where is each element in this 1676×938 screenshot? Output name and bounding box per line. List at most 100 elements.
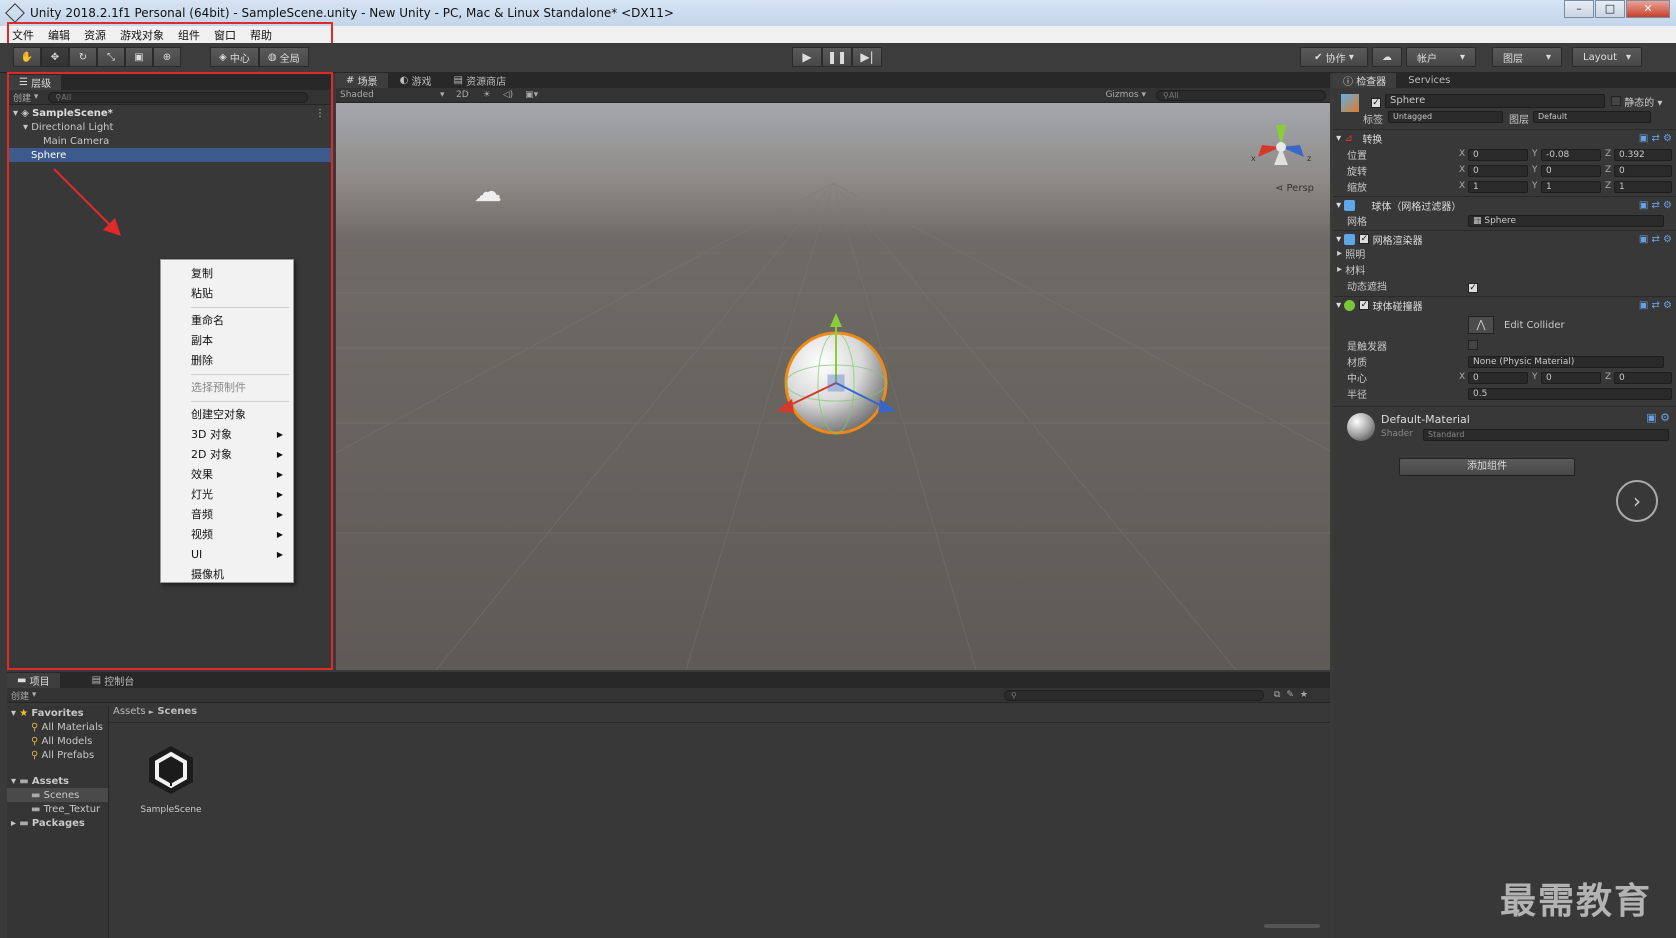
menu-item-audio[interactable]: 音频 ▶ xyxy=(161,505,293,525)
breadcrumb-assets[interactable]: Assets xyxy=(113,706,146,717)
menu-item-video[interactable]: 视频 ▶ xyxy=(161,525,293,545)
material-settings-icon[interactable]: ▣ ⚙ xyxy=(1646,411,1670,424)
persp-label[interactable]: ⋖ Persp xyxy=(1275,183,1314,194)
layers-dropdown[interactable]: 图层 ▾ xyxy=(1492,47,1562,67)
step-icon[interactable]: ▶| xyxy=(852,47,882,67)
maximize-button[interactable]: □ xyxy=(1595,0,1625,18)
scene-menu-icon[interactable]: ⋮ xyxy=(315,108,325,119)
tab-hierarchy[interactable]: ☰ 层级 xyxy=(9,75,62,90)
chevron-right-icon[interactable]: › xyxy=(1616,480,1658,522)
camera-gizmo-icon[interactable]: ☁ xyxy=(474,175,502,208)
menu-item-create-empty[interactable]: 创建空对象 xyxy=(161,405,293,425)
mesh-renderer-header[interactable]: ▾ ✓ 网格渲染器 ▣ ⇄ ⚙ xyxy=(1333,230,1676,247)
position-x-field[interactable]: 0 xyxy=(1468,149,1528,161)
rotation-x-field[interactable]: 0 xyxy=(1468,165,1528,177)
menu-item-ui[interactable]: UI ▶ xyxy=(161,545,293,565)
layer-dropdown[interactable]: Default xyxy=(1533,111,1651,123)
rect-tool-icon[interactable]: ▣ xyxy=(125,47,153,67)
shading-dropdown[interactable]: Shaded xyxy=(340,90,440,100)
add-component-button[interactable]: 添加组件 xyxy=(1399,458,1575,476)
lighting-row[interactable]: ▸ 照明 xyxy=(1333,246,1676,261)
help-icon[interactable]: ▣ ⇄ ⚙ xyxy=(1639,133,1672,144)
position-z-field[interactable]: 0.392 xyxy=(1614,149,1672,161)
shader-dropdown[interactable]: Standard xyxy=(1423,429,1669,441)
tab-scene[interactable]: # 场景 xyxy=(336,73,388,88)
object-name-field[interactable]: Sphere xyxy=(1385,94,1605,108)
filter-icons[interactable]: ⧉✎★ xyxy=(1274,690,1314,700)
scene-root-row[interactable]: ▾ ◈ SampleScene* ⋮ xyxy=(9,106,331,120)
tab-console[interactable]: ▤ 控制台 xyxy=(82,673,145,688)
list-item[interactable]: ▾ Directional Light xyxy=(9,120,331,134)
tag-dropdown[interactable]: Untagged xyxy=(1388,111,1503,123)
tab-project[interactable]: ▬ 项目 xyxy=(7,673,60,688)
pause-icon[interactable]: ❚❚ xyxy=(822,47,852,67)
gizmos-dropdown[interactable]: Gizmos xyxy=(1105,90,1138,100)
space-toggle[interactable]: ◍ 全局 xyxy=(258,47,309,67)
menu-item-duplicate[interactable]: 副本 xyxy=(161,331,293,351)
list-item[interactable]: ▬ Tree_Textur xyxy=(7,802,108,816)
mesh-field[interactable]: ▦ Sphere xyxy=(1468,215,1664,227)
create-dropdown[interactable]: 创建 xyxy=(13,91,31,104)
play-icon[interactable]: ▶ xyxy=(792,47,822,67)
hierarchy-search-input[interactable]: ⚲All xyxy=(48,91,309,103)
collider-material-field[interactable]: None (Physic Material) xyxy=(1468,356,1664,368)
effects-icon[interactable]: ▣▾ xyxy=(525,90,538,100)
layout-dropdown[interactable]: Layout ▾ xyxy=(1572,47,1642,67)
help-icon[interactable]: ▣ ⇄ ⚙ xyxy=(1639,200,1672,211)
rotation-z-field[interactable]: 0 xyxy=(1614,165,1672,177)
packages-row[interactable]: ▸ ▬ Packages xyxy=(7,816,108,830)
close-button[interactable]: ✕ xyxy=(1626,0,1670,18)
list-item-selected[interactable]: Sphere xyxy=(9,148,331,162)
account-dropdown[interactable]: 帐户 ▾ xyxy=(1406,47,1476,67)
list-item[interactable]: ▬ Scenes xyxy=(7,788,108,802)
cloud-icon[interactable]: ☁ xyxy=(1372,47,1402,67)
help-icon[interactable]: ▣ ⇄ ⚙ xyxy=(1639,234,1672,245)
menu-item-delete[interactable]: 删除 xyxy=(161,351,293,371)
minimize-button[interactable]: – xyxy=(1564,0,1594,18)
sphere-collider-header[interactable]: ▾ ✓ 球体碰撞器 ▣ ⇄ ⚙ xyxy=(1333,296,1676,313)
assets-row[interactable]: ▾ ▬ Assets xyxy=(7,774,108,788)
menu-item-3d-object[interactable]: 3D 对象 ▶ xyxy=(161,425,293,445)
edit-collider-button[interactable]: ⋀ xyxy=(1468,316,1494,334)
mode-2d-toggle[interactable]: 2D xyxy=(456,90,469,100)
static-toggle[interactable]: 静态的 ▾ xyxy=(1611,94,1662,109)
rotate-tool-icon[interactable]: ↻ xyxy=(69,47,97,67)
sphere-object[interactable] xyxy=(766,313,906,453)
center-z-field[interactable]: 0 xyxy=(1614,372,1672,384)
breadcrumb-scenes[interactable]: Scenes xyxy=(157,706,197,717)
menu-item-copy[interactable]: 复制 xyxy=(161,264,293,284)
menu-item-light[interactable]: 灯光 ▶ xyxy=(161,485,293,505)
pivot-toggle[interactable]: ◈ 中心 xyxy=(210,47,259,67)
menu-item-effects[interactable]: 效果 ▶ xyxy=(161,465,293,485)
menu-item-camera[interactable]: 摄像机 xyxy=(161,565,293,585)
rotation-y-field[interactable]: 0 xyxy=(1541,165,1601,177)
menu-item-paste[interactable]: 粘贴 xyxy=(161,284,293,304)
mesh-renderer-enabled-checkbox[interactable]: ✓ xyxy=(1359,234,1370,244)
scale-x-field[interactable]: 1 xyxy=(1468,181,1528,193)
tab-services[interactable]: Services xyxy=(1398,73,1460,88)
scale-y-field[interactable]: 1 xyxy=(1541,181,1601,193)
menu-item-2d-object[interactable]: 2D 对象 ▶ xyxy=(161,445,293,465)
hand-tool-icon[interactable]: ✋ xyxy=(13,47,41,67)
radius-field[interactable]: 0.5 xyxy=(1468,388,1672,400)
collab-dropdown[interactable]: ✔ 协作 ▾ xyxy=(1300,47,1368,67)
center-x-field[interactable]: 0 xyxy=(1468,372,1528,384)
menu-item-rename[interactable]: 重命名 xyxy=(161,311,293,331)
materials-row[interactable]: ▸ 材料 xyxy=(1333,262,1676,277)
project-search-input[interactable]: ⚲ xyxy=(1003,689,1264,701)
static-checkbox[interactable] xyxy=(1611,96,1621,106)
help-icon[interactable]: ▣ ⇄ ⚙ xyxy=(1639,300,1672,311)
position-y-field[interactable]: -0.08 xyxy=(1541,149,1601,161)
zoom-slider[interactable] xyxy=(1264,924,1320,928)
active-checkbox[interactable]: ✓ xyxy=(1371,95,1381,108)
project-create-dropdown[interactable]: 创建 xyxy=(11,689,29,702)
move-tool-icon[interactable]: ✥ xyxy=(41,47,69,67)
center-y-field[interactable]: 0 xyxy=(1541,372,1601,384)
tab-asset-store[interactable]: ▤ 资源商店 xyxy=(443,73,516,88)
tab-game[interactable]: ◐ 游戏 xyxy=(390,73,442,88)
scale-z-field[interactable]: 1 xyxy=(1614,181,1672,193)
is-trigger-checkbox[interactable] xyxy=(1468,340,1478,353)
orientation-gizmo[interactable]: x z xyxy=(1246,117,1316,177)
dynamic-occluded-checkbox[interactable]: ✓ xyxy=(1468,280,1478,293)
audio-icon[interactable]: ◁) xyxy=(503,90,513,100)
